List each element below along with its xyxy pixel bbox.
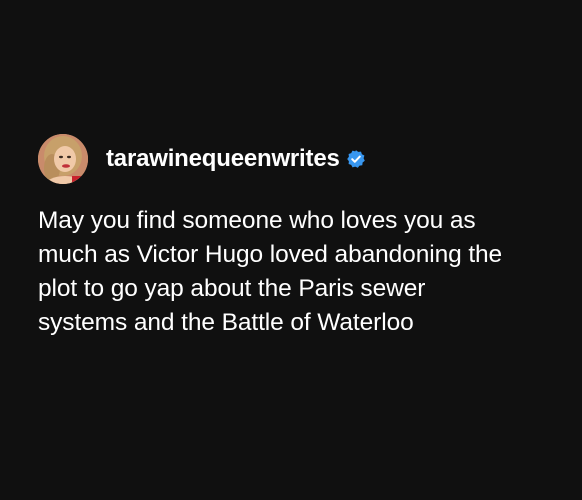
avatar-photo — [38, 134, 88, 184]
post-text: May you find someone who loves you as mu… — [38, 207, 503, 336]
verified-badge-icon — [346, 149, 366, 169]
avatar[interactable] — [38, 134, 88, 184]
post-screenshot: tarawinequeenwrites May you find someone… — [0, 0, 582, 500]
username[interactable]: tarawinequeenwrites — [106, 145, 340, 173]
post: tarawinequeenwrites May you find someone… — [38, 134, 558, 340]
post-header: tarawinequeenwrites — [38, 134, 558, 184]
